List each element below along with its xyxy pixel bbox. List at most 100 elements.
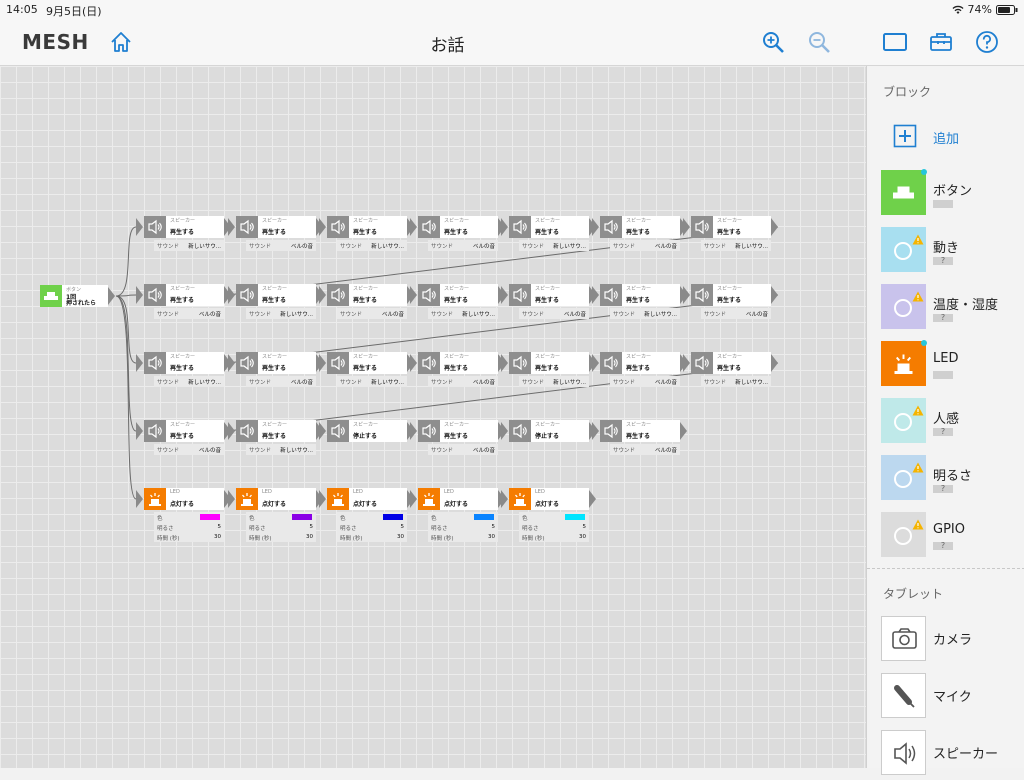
speaker-block[interactable]: スピーカー 再生する サウンド ベルの音	[501, 284, 596, 332]
led-block-icon	[144, 488, 166, 510]
speaker-block[interactable]: スピーカー 再生する サウンド 新しいサウ...	[228, 284, 323, 332]
speaker-block[interactable]: スピーカー 再生する サウンド ベルの音	[136, 284, 231, 332]
sound-property[interactable]: サウンド 新しいサウ...	[246, 308, 316, 319]
brightness-property[interactable]: 明るさ 5	[154, 522, 224, 532]
speaker-block[interactable]: スピーカー 停止する	[319, 420, 414, 468]
output-port[interactable]	[589, 490, 596, 508]
brightness-property[interactable]: 明るさ 5	[246, 522, 316, 532]
sound-property[interactable]: サウンド 新しいサウ...	[610, 308, 680, 319]
speaker-block[interactable]: スピーカー 再生する サウンド ベルの音	[592, 352, 687, 400]
speaker-block[interactable]: スピーカー 再生する サウンド ベルの音	[228, 352, 323, 400]
sound-property[interactable]: サウンド ベルの音	[428, 240, 498, 251]
speaker-block[interactable]: スピーカー 再生する サウンド ベルの音	[592, 216, 687, 264]
sound-property[interactable]: サウンド 新しいサウ...	[246, 444, 316, 455]
sound-property[interactable]: サウンド ベルの音	[610, 444, 680, 455]
sound-property[interactable]: サウンド ベルの音	[337, 308, 407, 319]
speaker-block[interactable]: スピーカー 再生する サウンド 新しいサウ...	[683, 216, 778, 264]
speaker-block[interactable]: スピーカー 再生する サウンド 新しいサウ...	[136, 352, 231, 400]
sound-property[interactable]: サウンド ベルの音	[154, 308, 224, 319]
speaker-block[interactable]: スピーカー 再生する サウンド 新しいサウ...	[228, 420, 323, 468]
speaker-block[interactable]: スピーカー 再生する サウンド ベルの音	[410, 216, 505, 264]
palette-block-item[interactable]: 明るさ?	[881, 455, 1021, 501]
led-block[interactable]: LED 点灯する色明るさ 5 時間 (秒) 30	[136, 488, 231, 544]
output-port[interactable]	[771, 286, 778, 304]
duration-property[interactable]: 時間 (秒) 30	[519, 532, 589, 542]
sound-property[interactable]: サウンド 新しいサウ...	[519, 240, 589, 251]
sound-property[interactable]: サウンド ベルの音	[428, 444, 498, 455]
sound-property[interactable]: サウンド ベルの音	[246, 240, 316, 251]
color-property[interactable]: 色	[154, 512, 224, 522]
speaker-block[interactable]: スピーカー 再生する サウンド ベルの音	[410, 352, 505, 400]
led-block[interactable]: LED 点灯する色明るさ 5 時間 (秒) 30	[319, 488, 414, 544]
speaker-block[interactable]: スピーカー 再生する サウンド 新しいサウ...	[592, 284, 687, 332]
palette-block-item[interactable]: 動き?	[881, 227, 1021, 273]
palette-tablet-item[interactable]: カメラ	[881, 616, 1021, 662]
speaker-block[interactable]: スピーカー 再生する サウンド 新しいサウ...	[410, 284, 505, 332]
layout-icon[interactable]	[882, 29, 908, 55]
zoom-out-icon[interactable]	[806, 29, 832, 55]
duration-property[interactable]: 時間 (秒) 30	[154, 532, 224, 542]
sound-property[interactable]: サウンド ベルの音	[428, 376, 498, 387]
speaker-block[interactable]: スピーカー 再生する サウンド 新しいサウ...	[319, 216, 414, 264]
zoom-in-icon[interactable]	[760, 29, 786, 55]
color-property[interactable]: 色	[428, 512, 498, 522]
color-property[interactable]: 色	[337, 512, 407, 522]
sound-property[interactable]: サウンド ベルの音	[154, 444, 224, 455]
led-block[interactable]: LED 点灯する色明るさ 5 時間 (秒) 30	[501, 488, 596, 544]
speaker-block[interactable]: スピーカー 再生する サウンド 新しいサウ...	[683, 352, 778, 400]
sound-property[interactable]: サウンド ベルの音	[610, 240, 680, 251]
sound-property[interactable]: サウンド 新しいサウ...	[701, 376, 771, 387]
sound-property[interactable]: サウンド ベルの音	[246, 376, 316, 387]
speaker-block[interactable]: スピーカー 再生する サウンド 新しいサウ...	[136, 216, 231, 264]
led-block[interactable]: LED 点灯する色明るさ 5 時間 (秒) 30	[228, 488, 323, 544]
palette-block-item[interactable]: LED	[881, 340, 1021, 387]
speaker-block[interactable]: スピーカー 再生する サウンド 新しいサウ...	[501, 216, 596, 264]
add-block-button[interactable]: 追加	[881, 116, 1021, 162]
speaker-block[interactable]: スピーカー 再生する サウンド 新しいサウ...	[319, 352, 414, 400]
palette-block-item[interactable]: GPIO?	[881, 512, 1021, 558]
speaker-block[interactable]: スピーカー 再生する サウンド ベルの音	[410, 420, 505, 468]
sound-property[interactable]: サウンド ベルの音	[519, 308, 589, 319]
output-port[interactable]	[771, 218, 778, 236]
program-canvas[interactable]: ボタン 1回 押されたら スピーカー 再生する サウンド 新しいサウ... スピーカー 再生する…	[0, 66, 866, 768]
sound-property[interactable]: サウンド 新しいサウ...	[701, 240, 771, 251]
sound-property[interactable]: サウンド 新しいサウ...	[154, 240, 224, 251]
sound-property[interactable]: サウンド ベルの音	[610, 376, 680, 387]
duration-property[interactable]: 時間 (秒) 30	[246, 532, 316, 542]
speaker-block[interactable]: スピーカー 再生する サウンド ベルの音	[592, 420, 687, 468]
palette-tablet-item[interactable]: スピーカー	[881, 730, 1021, 776]
speaker-block[interactable]: スピーカー 再生する サウンド 新しいサウ...	[501, 352, 596, 400]
speaker-block[interactable]: スピーカー 再生する サウンド ベルの音	[228, 216, 323, 264]
brightness-property[interactable]: 明るさ 5	[337, 522, 407, 532]
palette-tablet-item[interactable]: マイク	[881, 673, 1021, 719]
speaker-block[interactable]: スピーカー 再生する サウンド ベルの音	[683, 284, 778, 332]
toolbox-icon[interactable]	[928, 29, 954, 55]
block-action-label: 再生する	[262, 297, 287, 304]
duration-property-value: 30	[306, 534, 313, 540]
output-port[interactable]	[680, 422, 687, 440]
speaker-block[interactable]: スピーカー 停止する	[501, 420, 596, 468]
palette-block-item[interactable]: 温度・湿度?	[881, 284, 1021, 330]
help-icon[interactable]	[974, 29, 1000, 55]
palette-block-item[interactable]: 人感?	[881, 398, 1021, 444]
speaker-block[interactable]: スピーカー 再生する サウンド ベルの音	[319, 284, 414, 332]
sound-property-key: サウンド	[249, 380, 272, 386]
color-property[interactable]: 色	[246, 512, 316, 522]
speaker-block[interactable]: スピーカー 再生する サウンド ベルの音	[136, 420, 231, 468]
brightness-property[interactable]: 明るさ 5	[519, 522, 589, 532]
output-port[interactable]	[108, 287, 115, 305]
sound-property[interactable]: サウンド 新しいサウ...	[428, 308, 498, 319]
duration-property[interactable]: 時間 (秒) 30	[337, 532, 407, 542]
output-port[interactable]	[771, 354, 778, 372]
color-property[interactable]: 色	[519, 512, 589, 522]
sound-property[interactable]: サウンド 新しいサウ...	[337, 240, 407, 251]
sound-property[interactable]: サウンド 新しいサウ...	[337, 376, 407, 387]
sound-property[interactable]: サウンド 新しいサウ...	[519, 376, 589, 387]
brightness-property[interactable]: 明るさ 5	[428, 522, 498, 532]
sound-property[interactable]: サウンド ベルの音	[701, 308, 771, 319]
led-block[interactable]: LED 点灯する色明るさ 5 時間 (秒) 30	[410, 488, 505, 544]
sound-property[interactable]: サウンド 新しいサウ...	[154, 376, 224, 387]
palette-block-item[interactable]: ボタン	[881, 169, 1021, 216]
button-trigger-block[interactable]: ボタン 1回 押されたら	[40, 285, 120, 333]
duration-property[interactable]: 時間 (秒) 30	[428, 532, 498, 542]
